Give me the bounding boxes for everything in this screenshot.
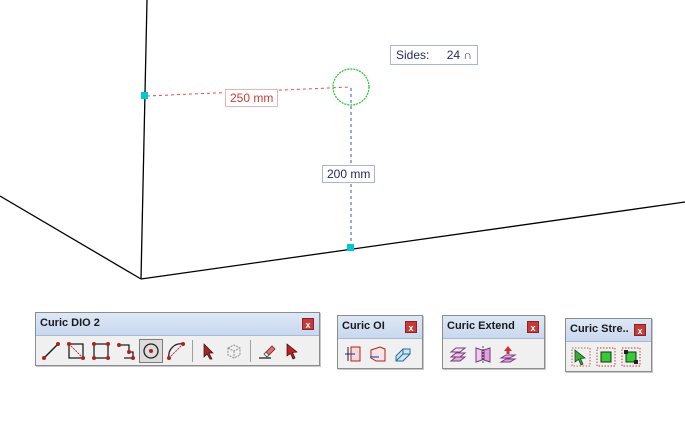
- tool-stretch-box-button[interactable]: [594, 345, 618, 369]
- rectangle-diagonal-icon: [67, 342, 85, 360]
- endpoint-marker-left: [141, 92, 148, 99]
- tool-stretch-box-corner-button[interactable]: [619, 345, 643, 369]
- extrude-face-icon: [395, 348, 411, 362]
- offset-face-icon: [370, 346, 386, 362]
- toolbar-close-button[interactable]: x: [527, 321, 539, 333]
- toolbar-close-button[interactable]: x: [405, 321, 417, 333]
- eraser-icon: [259, 345, 276, 359]
- right-ground-edge: [140, 201, 685, 280]
- tool-eraser-button[interactable]: [255, 339, 279, 363]
- toolbar-header[interactable]: Curic Stre... x: [566, 319, 651, 342]
- tool-extend-mirror-button[interactable]: [471, 342, 495, 366]
- stretch-box-corner-icon: [621, 347, 641, 367]
- tool-select-arrow-button[interactable]: [197, 339, 221, 363]
- toolbar-curic-oi: Curic OI x: [337, 315, 423, 369]
- toolbar-title: Curic OI: [342, 320, 385, 332]
- toolbar-title: Curic Extend: [447, 320, 515, 332]
- sides-value[interactable]: 24 ∩: [447, 48, 472, 62]
- tool-arc-button[interactable]: [164, 339, 188, 363]
- tool-pointer-button[interactable]: [280, 339, 304, 363]
- tool-extend-stamp-button[interactable]: [496, 342, 520, 366]
- arc-icon: [167, 342, 185, 360]
- endpoint-marker-bottom: [347, 244, 354, 251]
- tool-rectangle-diagonal-button[interactable]: [64, 339, 88, 363]
- toolbar-title: Curic DIO 2: [40, 317, 100, 329]
- toolbar-header[interactable]: Curic Extend x: [443, 316, 544, 339]
- sides-input-box[interactable]: Sides: 24 ∩: [390, 45, 479, 65]
- stretch-box-icon: [596, 347, 616, 367]
- toolbar-separator: [192, 340, 193, 362]
- tool-extend-layers-button[interactable]: [446, 342, 470, 366]
- toolbar-separator: [250, 340, 251, 362]
- circle-icon: [143, 343, 159, 359]
- toolbar-close-button[interactable]: x: [302, 318, 314, 330]
- toolbar-title: Curic Stre...: [570, 323, 628, 335]
- tool-stretch-select-button[interactable]: [569, 345, 593, 369]
- tool-rectangle-button[interactable]: [89, 339, 113, 363]
- rotated-rectangle-icon: [117, 343, 135, 360]
- toolbar-curic-dio-2: Curic DIO 2 x: [35, 312, 320, 366]
- toolbar-header[interactable]: Curic OI x: [338, 316, 422, 339]
- select-arrow-icon: [203, 343, 214, 360]
- vertical-axis-edge: [140, 0, 148, 280]
- tool-offset-face-button[interactable]: [366, 342, 390, 366]
- tool-extrude-face-button[interactable]: [391, 342, 415, 366]
- stretch-select-icon: [571, 347, 591, 367]
- tool-offset-edge-button[interactable]: [341, 342, 365, 366]
- pointer-icon: [286, 343, 298, 360]
- horizontal-length-label: 250 mm: [225, 89, 279, 107]
- tool-circle-button[interactable]: [139, 339, 163, 363]
- tool-line-button[interactable]: [39, 339, 63, 363]
- left-ground-edge: [0, 195, 142, 280]
- sides-label: Sides:: [396, 48, 430, 62]
- extend-stamp-icon: [499, 346, 517, 363]
- vertical-length-label: 200 mm: [322, 165, 376, 183]
- extend-mirror-icon: [475, 346, 491, 363]
- component-box-icon: [227, 344, 241, 359]
- rectangle-icon: [92, 342, 110, 360]
- toolbar-curic-extend: Curic Extend x: [442, 315, 545, 369]
- toolbar-close-button[interactable]: x: [634, 324, 646, 336]
- tool-rotated-rectangle-button[interactable]: [114, 339, 138, 363]
- extend-layers-icon: [449, 347, 467, 362]
- offset-edge-icon: [345, 346, 361, 362]
- line-icon: [42, 342, 60, 360]
- toolbar-header[interactable]: Curic DIO 2 x: [36, 313, 319, 336]
- tool-component-box-button[interactable]: [222, 339, 246, 363]
- toolbar-curic-stretch: Curic Stre... x: [565, 318, 652, 372]
